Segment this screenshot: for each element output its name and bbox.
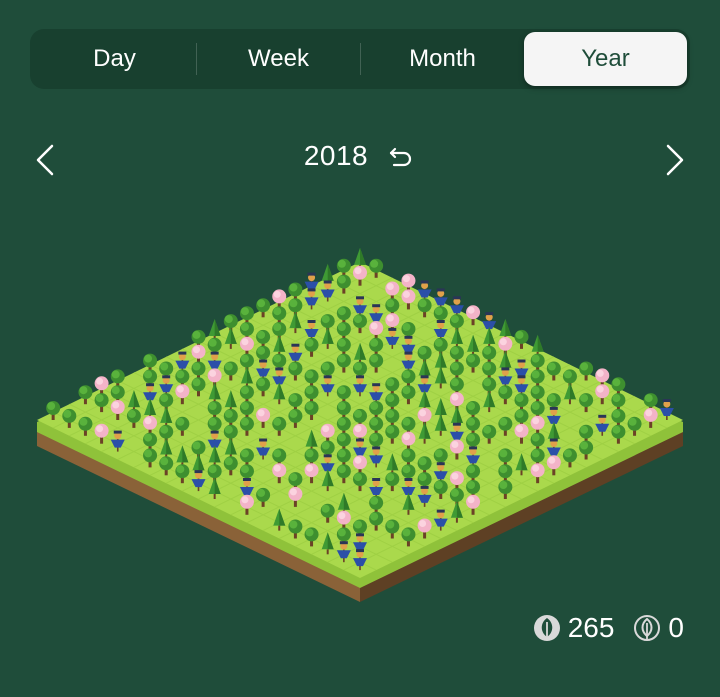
healthy-trees-count: 265 (567, 612, 615, 643)
year-display: 2018 (0, 140, 720, 172)
undo-icon[interactable] (386, 141, 416, 171)
period-navigator: 2018 (0, 130, 720, 190)
tab-month-label: Month (409, 45, 476, 72)
tab-week-label: Week (248, 45, 309, 72)
leaf-icon (533, 615, 560, 641)
forest-isometric-view[interactable] (0, 210, 720, 620)
healthy-trees-stat: 265 (532, 612, 615, 644)
dead-trees-stat: 0 (632, 612, 684, 644)
period-segmented-control: Day Week Month Year (30, 29, 690, 89)
withered-leaf-icon (634, 615, 661, 641)
tab-day[interactable]: Day (33, 32, 196, 86)
tree-stats: 265 0 (532, 612, 684, 644)
tab-week[interactable]: Week (197, 32, 360, 86)
tab-day-label: Day (93, 45, 136, 72)
tab-year[interactable]: Year (524, 32, 687, 86)
chevron-right-icon[interactable] (656, 142, 692, 178)
year-label: 2018 (303, 140, 369, 171)
tab-year-label: Year (581, 45, 630, 72)
dead-trees-count: 0 (668, 612, 684, 643)
tab-month[interactable]: Month (361, 32, 524, 86)
